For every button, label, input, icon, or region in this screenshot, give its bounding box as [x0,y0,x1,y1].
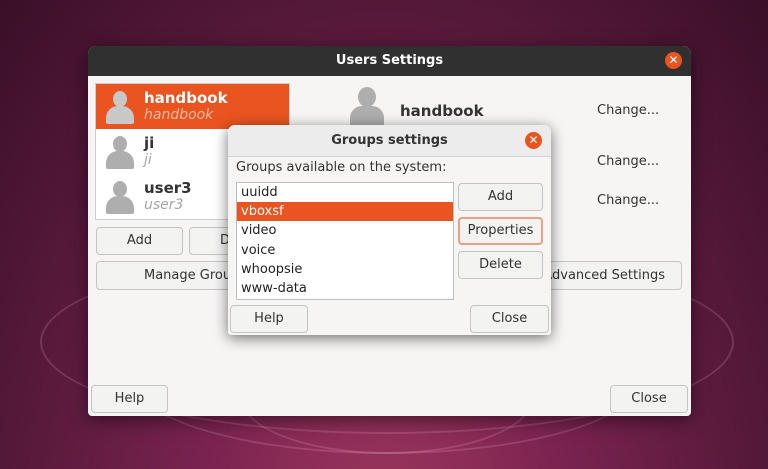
add-user-button[interactable]: Add [96,227,183,255]
group-list-item[interactable]: voice [237,241,453,260]
group-properties-button[interactable]: Properties [458,217,543,245]
user-list-item-handbook[interactable]: handbook handbook [96,84,289,129]
user-login: handbook [144,89,228,107]
user-login: ji [144,134,155,152]
group-list-item[interactable]: whoopsie [237,260,453,279]
selected-user-name: handbook [400,102,484,120]
user-realname: handbook [144,107,214,123]
delete-group-button[interactable]: Delete [458,251,543,279]
add-group-button[interactable]: Add [458,183,543,211]
help-button[interactable]: Help [91,385,168,413]
groups-settings-dialog: Groups settings ✕ Groups available on th… [228,125,551,335]
close-icon[interactable]: ✕ [525,132,542,149]
dialog-title: Groups settings [228,125,551,157]
user-avatar-icon [105,136,135,170]
user-avatar-icon [105,181,135,215]
group-list-item[interactable]: vboxsf [237,202,453,221]
help-button[interactable]: Help [230,305,308,333]
window-title: Users Settings [88,46,691,76]
group-list-item[interactable]: video [237,221,453,240]
user-login: user3 [144,179,192,197]
groups-list[interactable]: uuidd vboxsf video voice whoopsie www-da… [236,182,454,300]
change-account-type-button[interactable]: Change... [597,103,659,118]
user-avatar-icon [105,91,135,125]
advanced-settings-button[interactable]: Advanced Settings [539,261,682,290]
group-list-item[interactable]: www-data [237,279,453,298]
change-password-button[interactable]: Change... [597,154,659,169]
change-login-settings-button[interactable]: Change... [597,193,659,208]
close-button[interactable]: Close [610,385,688,413]
user-realname: user3 [144,197,184,213]
close-icon[interactable]: ✕ [665,52,682,69]
close-button[interactable]: Close [470,305,549,333]
user-avatar-icon [349,87,385,129]
user-realname: ji [144,152,152,168]
groups-prompt-label: Groups available on the system: [236,160,447,175]
group-list-item[interactable]: uuidd [237,183,453,202]
